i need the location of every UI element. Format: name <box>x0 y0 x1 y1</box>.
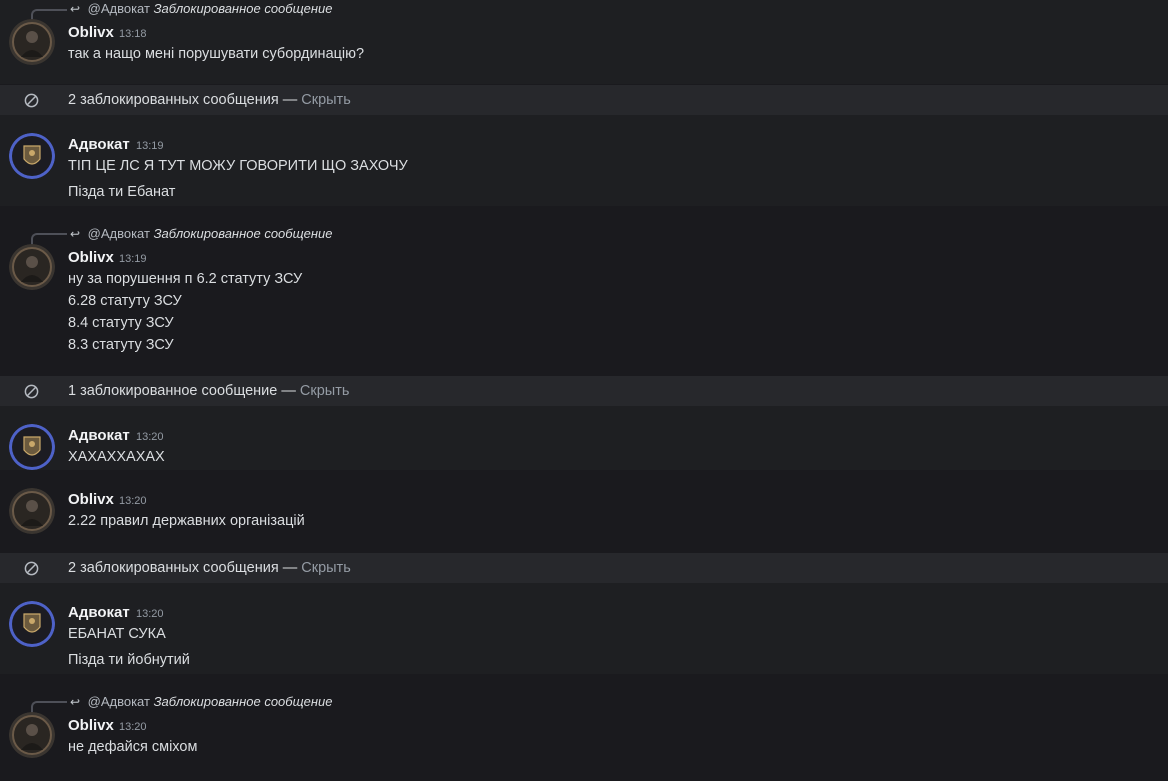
reply-mention[interactable]: @Адвокат <box>88 226 150 241</box>
ban-icon <box>24 384 39 399</box>
blocked-messages-bar: 2 заблокированных сообщения — Скрыть <box>0 85 1168 115</box>
username[interactable]: Адвокат <box>68 604 130 621</box>
hide-link[interactable]: Скрыть <box>301 92 351 108</box>
blocked-messages-bar: 2 заблокированных сообщения — Скрыть <box>0 553 1168 583</box>
timestamp: 13:20 <box>136 431 164 443</box>
reply-text[interactable]: Заблокированное сообщение <box>154 226 333 241</box>
timestamp: 13:19 <box>136 140 164 152</box>
avatar-advokat[interactable] <box>9 601 55 647</box>
message-group: ↩ @Адвокат Заблокированное сообщение Obl… <box>0 206 1168 376</box>
message-text: 2.22 правил державних організацій <box>68 513 305 529</box>
reply-arrow-icon: ↩ <box>70 227 81 241</box>
timestamp: 13:18 <box>119 28 147 40</box>
blocked-separator: — <box>278 92 302 108</box>
avatar-advokat[interactable] <box>9 424 55 470</box>
blocked-count-label: 2 заблокированных сообщения <box>68 92 279 108</box>
hide-link[interactable]: Скрыть <box>300 383 350 399</box>
message-group: ↩ @Адвокат Заблокированное сообщение Obl… <box>0 674 1168 781</box>
blocked-messages-bar: 1 заблокированное сообщение — Скрыть <box>0 376 1168 406</box>
ban-icon <box>24 93 39 108</box>
reply-mention[interactable]: @Адвокат <box>88 1 150 16</box>
reply-preview[interactable]: ↩ @Адвокат Заблокированное сообщение <box>68 226 333 244</box>
ban-icon <box>24 561 39 576</box>
message-group: Oblivx 13:20 2.22 правил державних орган… <box>0 470 1168 553</box>
reply-preview[interactable]: ↩ @Адвокат Заблокированное сообщение <box>68 1 333 19</box>
reply-text[interactable]: Заблокированное сообщение <box>154 694 333 709</box>
message-group: Адвокат 13:20 ХАХАХХАХАХ <box>0 406 1168 470</box>
message-text: не дефайся сміхом <box>68 739 198 755</box>
message-text: 8.3 статуту ЗСУ <box>68 337 174 353</box>
timestamp: 13:20 <box>119 495 147 507</box>
blocked-count-label: 1 заблокированное сообщение <box>68 383 278 399</box>
message-group: Адвокат 13:19 ТІП ЦЕ ЛС Я ТУТ МОЖУ ГОВОР… <box>0 115 1168 206</box>
blocked-count-label: 2 заблокированных сообщения <box>68 560 279 576</box>
message-group: Адвокат 13:20 ЕБАНАТ СУКА Пізда ти йобну… <box>0 583 1168 674</box>
username[interactable]: Адвокат <box>68 427 130 444</box>
avatar-oblivx[interactable] <box>9 712 55 758</box>
avatar-oblivx[interactable] <box>9 19 55 65</box>
hide-link[interactable]: Скрыть <box>301 560 351 576</box>
message-text: ХАХАХХАХАХ <box>68 449 165 465</box>
username[interactable]: Oblivx <box>68 249 114 266</box>
message-text: Пізда ти Ебанат <box>68 184 176 200</box>
reply-arrow-icon: ↩ <box>70 2 81 16</box>
blocked-separator: — <box>278 560 302 576</box>
blocked-text: 2 заблокированных сообщения — Скрыть <box>68 92 351 108</box>
avatar-oblivx[interactable] <box>9 244 55 290</box>
reply-preview[interactable]: ↩ @Адвокат Заблокированное сообщение <box>68 694 333 712</box>
timestamp: 13:20 <box>136 608 164 620</box>
message-text: ЕБАНАТ СУКА <box>68 626 166 642</box>
message-text: 8.4 статуту ЗСУ <box>68 315 174 331</box>
message-text: так а нащо мені порушувати субординацію? <box>68 46 365 62</box>
reply-text[interactable]: Заблокированное сообщение <box>154 1 333 16</box>
message-text: Пізда ти йобнутий <box>68 652 190 668</box>
message-text: ТІП ЦЕ ЛС Я ТУТ МОЖУ ГОВОРИТИ ЩО ЗАХОЧУ <box>68 158 408 174</box>
username[interactable]: Oblivx <box>68 491 114 508</box>
message-text: ну за порушення п 6.2 статуту ЗСУ <box>68 271 303 287</box>
reply-mention[interactable]: @Адвокат <box>88 694 150 709</box>
blocked-text: 1 заблокированное сообщение — Скрыть <box>68 383 349 399</box>
username[interactable]: Oblivx <box>68 717 114 734</box>
chat-log: ↩ @Адвокат Заблокированное сообщение Obl… <box>0 0 1168 781</box>
blocked-separator: — <box>277 383 300 399</box>
reply-arrow-icon: ↩ <box>70 695 81 709</box>
username[interactable]: Oblivx <box>68 24 114 41</box>
username[interactable]: Адвокат <box>68 136 130 153</box>
blocked-text: 2 заблокированных сообщения — Скрыть <box>68 560 351 576</box>
timestamp: 13:20 <box>119 721 147 733</box>
message-group: ↩ @Адвокат Заблокированное сообщение Obl… <box>0 0 1168 84</box>
timestamp: 13:19 <box>119 253 147 265</box>
message-text: 6.28 статуту ЗСУ <box>68 293 182 309</box>
avatar-advokat[interactable] <box>9 133 55 179</box>
avatar-oblivx[interactable] <box>9 488 55 534</box>
